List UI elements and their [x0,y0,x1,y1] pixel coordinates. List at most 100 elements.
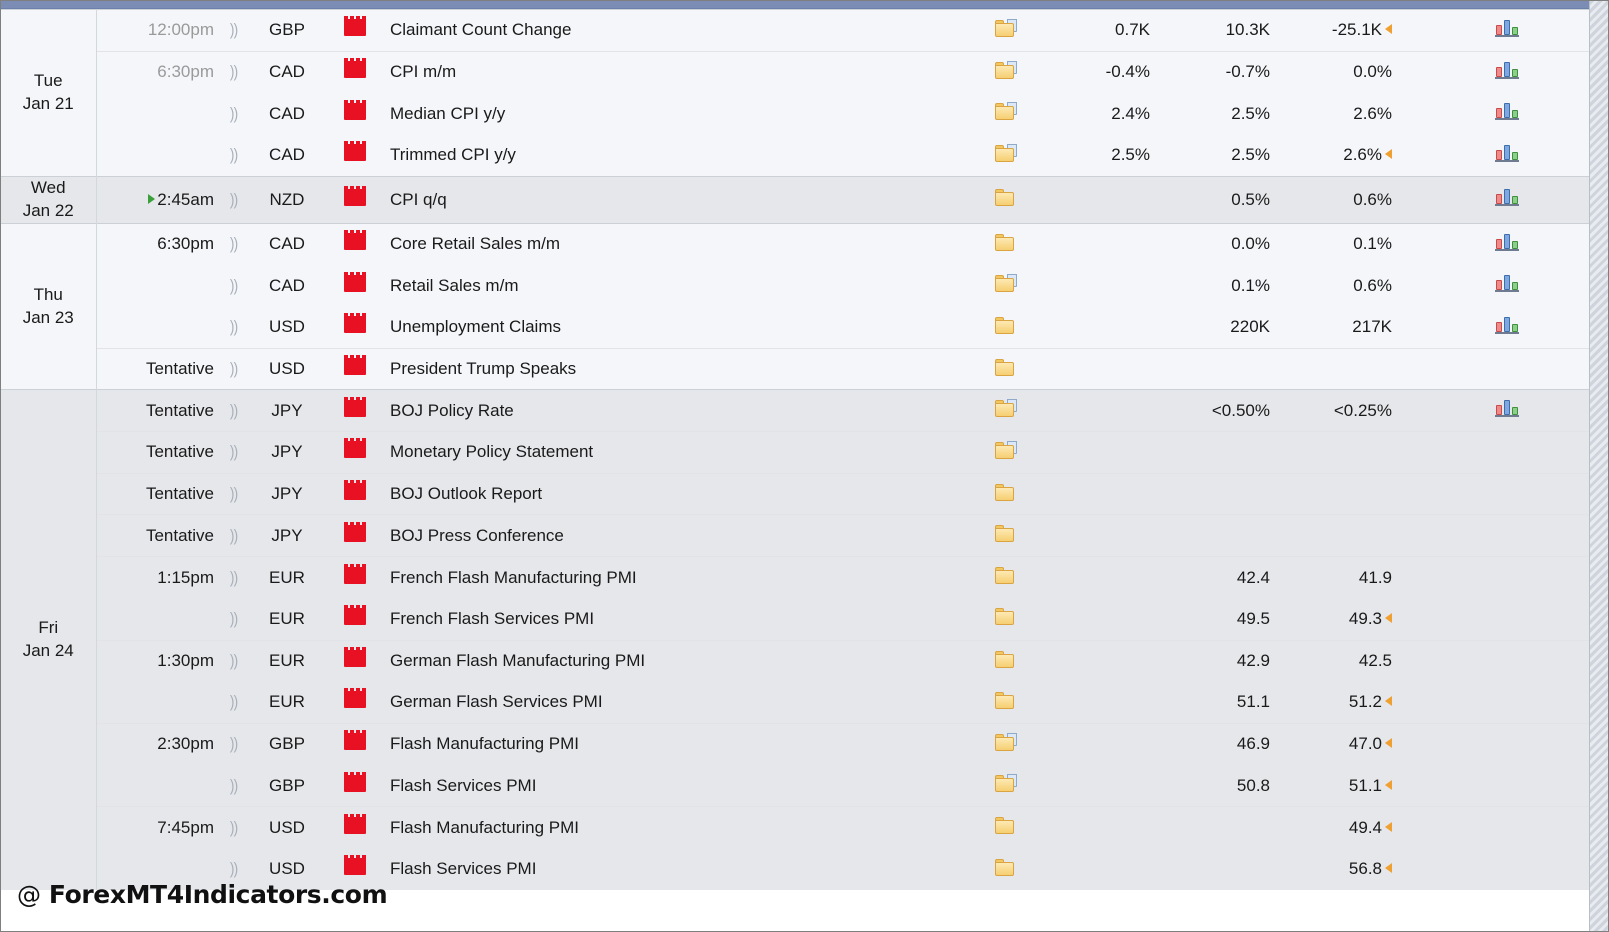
event-title[interactable]: German Flash Services PMI [390,681,970,724]
detail-folder-page-icon[interactable] [995,143,1017,162]
calendar-event-row[interactable]: 1:30pm)) EUR German Flash Manufacturing PM… [1,639,1591,682]
speaker-icon[interactable]: )) [230,859,238,879]
event-detail-toggle[interactable] [970,722,1042,766]
calendar-event-row[interactable]: 2:30pm)) GBP Flash Manufacturing PMI 46.9 47… [1,722,1591,766]
detail-folder-icon[interactable] [995,691,1017,709]
calendar-event-row[interactable]: )) EUR German Flash Services PMI 51.1 51.2 [1,681,1591,724]
event-detail-toggle[interactable] [970,431,1042,474]
event-audio-alert[interactable]: )) [214,134,254,177]
event-audio-alert[interactable]: )) [214,472,254,515]
event-audio-alert[interactable]: )) [214,681,254,724]
event-title[interactable]: CPI q/q [390,175,970,224]
event-history-graph[interactable] [1422,134,1591,177]
event-detail-toggle[interactable] [970,681,1042,724]
event-title[interactable]: BOJ Outlook Report [390,472,970,515]
event-history-graph[interactable] [1422,175,1591,224]
event-title[interactable]: Unemployment Claims [390,306,970,349]
speaker-icon[interactable]: )) [230,234,238,254]
speaker-icon[interactable]: )) [230,20,238,40]
detail-folder-page-icon[interactable] [995,18,1017,37]
history-graph-icon[interactable] [1494,61,1519,79]
detail-folder-icon[interactable] [995,483,1017,501]
event-title[interactable]: French Flash Manufacturing PMI [390,556,970,599]
event-detail-toggle[interactable] [970,175,1042,224]
speaker-icon[interactable]: )) [230,651,238,671]
event-detail-toggle[interactable] [970,347,1042,390]
calendar-event-row[interactable]: )) USD Unemployment Claims 220K 217K [1,306,1591,349]
event-history-graph[interactable] [1422,389,1591,432]
event-title[interactable]: German Flash Manufacturing PMI [390,639,970,682]
event-detail-toggle[interactable] [970,765,1042,807]
history-graph-icon[interactable] [1494,188,1519,207]
event-detail-toggle[interactable] [970,472,1042,515]
detail-folder-page-icon[interactable] [995,102,1017,121]
calendar-event-row[interactable]: 6:30pm)) CAD CPI m/m -0.4% -0.7% 0.0% [1,50,1591,93]
event-detail-toggle[interactable] [970,639,1042,682]
calendar-event-row[interactable]: )) CAD Retail Sales m/m 0.1% 0.6% [1,264,1591,307]
event-detail-toggle[interactable] [970,514,1042,557]
event-title[interactable]: Median CPI y/y [390,92,970,135]
event-title[interactable]: Flash Manufacturing PMI [390,722,970,766]
calendar-event-row[interactable]: Tentative)) USD President Trump Speaks [1,347,1591,390]
event-history-graph[interactable] [1422,222,1591,265]
detail-folder-icon[interactable] [995,358,1017,376]
event-title[interactable]: Monetary Policy Statement [390,431,970,474]
speaker-icon[interactable]: )) [230,145,238,165]
detail-folder-icon[interactable] [995,316,1017,334]
speaker-icon[interactable]: )) [230,190,238,210]
event-detail-toggle[interactable] [970,222,1042,265]
calendar-event-row[interactable]: Wed Jan 22 2:45am)) NZD CPI q/q 0.5% 0.6% [1,175,1591,224]
event-audio-alert[interactable]: )) [214,765,254,807]
event-detail-toggle[interactable] [970,306,1042,349]
speaker-icon[interactable]: )) [230,104,238,124]
event-audio-alert[interactable]: )) [214,347,254,390]
event-title[interactable]: Claimant Count Change [390,9,970,52]
detail-folder-icon[interactable] [995,650,1017,668]
event-detail-toggle[interactable] [970,92,1042,135]
calendar-event-row[interactable]: Thu Jan 23 6:30pm)) CAD Core Retail Sales m/… [1,222,1591,390]
event-audio-alert[interactable]: )) [214,222,254,265]
calendar-event-row[interactable]: Tentative)) JPY BOJ Press Conference [1,514,1591,557]
detail-folder-page-icon[interactable] [995,440,1017,459]
calendar-event-row[interactable]: Tentative)) JPY BOJ Outlook Report [1,472,1591,515]
event-detail-toggle[interactable] [970,389,1042,432]
detail-folder-icon[interactable] [995,188,1017,207]
speaker-icon[interactable]: )) [230,776,238,796]
event-audio-alert[interactable]: )) [214,722,254,766]
event-detail-toggle[interactable] [970,556,1042,599]
event-audio-alert[interactable]: )) [214,264,254,307]
calendar-event-row[interactable]: )) USD Flash Services PMI 56.8 [1,848,1591,891]
event-title[interactable]: Flash Services PMI [390,765,970,807]
event-audio-alert[interactable]: )) [214,9,254,52]
detail-folder-page-icon[interactable] [995,399,1017,418]
detail-folder-icon[interactable] [995,816,1017,835]
speaker-icon[interactable]: )) [230,692,238,712]
event-detail-toggle[interactable] [970,50,1042,93]
event-title[interactable]: French Flash Services PMI [390,598,970,640]
speaker-icon[interactable]: )) [230,401,238,421]
detail-folder-page-icon[interactable] [995,274,1017,293]
event-detail-toggle[interactable] [970,806,1042,849]
vertical-scrollbar[interactable] [1589,1,1608,931]
speaker-icon[interactable]: )) [230,734,238,754]
event-history-graph[interactable] [1422,264,1591,307]
history-graph-icon[interactable] [1494,233,1519,251]
event-title[interactable]: Retail Sales m/m [390,264,970,307]
detail-folder-page-icon[interactable] [995,774,1017,793]
event-audio-alert[interactable]: )) [214,556,254,599]
calendar-event-row[interactable]: Fri Jan 24 Tentative)) JPY BOJ Policy Rate <0… [1,389,1591,891]
event-title[interactable]: President Trump Speaks [390,347,970,390]
history-graph-icon[interactable] [1494,316,1519,334]
calendar-event-row[interactable]: Tue Jan 21 12:00pm)) GBP Claimant Count Chan… [1,9,1591,177]
event-history-graph[interactable] [1422,50,1591,93]
event-audio-alert[interactable]: )) [214,175,254,224]
event-audio-alert[interactable]: )) [214,598,254,640]
detail-folder-icon[interactable] [995,566,1017,585]
speaker-icon[interactable]: )) [230,317,238,337]
event-title[interactable]: Trimmed CPI y/y [390,134,970,177]
speaker-icon[interactable]: )) [230,484,238,504]
history-graph-icon[interactable] [1494,399,1519,418]
detail-folder-icon[interactable] [995,858,1017,876]
detail-folder-page-icon[interactable] [995,60,1017,79]
detail-folder-icon[interactable] [995,607,1017,626]
